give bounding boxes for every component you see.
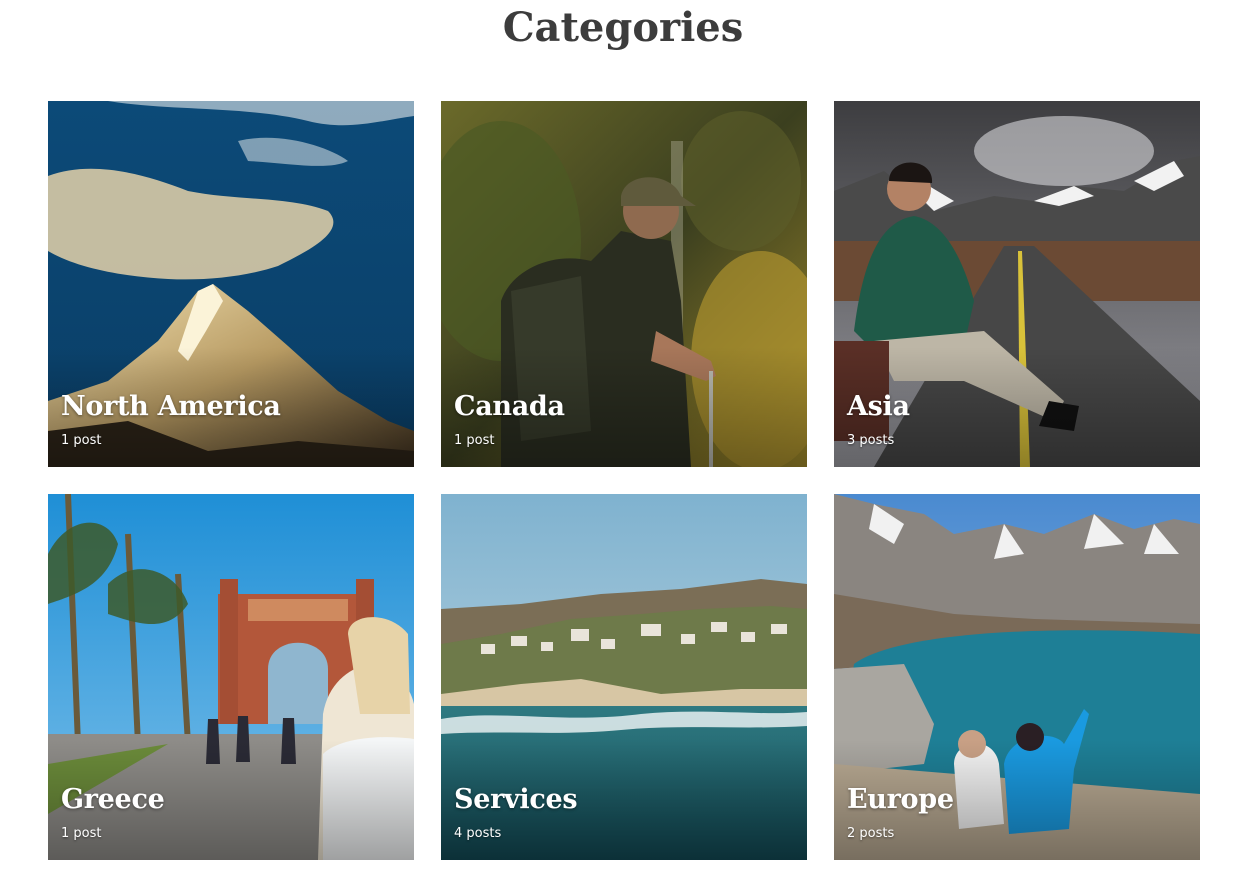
category-name: Canada <box>454 391 565 422</box>
page-title: Categories <box>502 4 744 51</box>
category-card-europe[interactable]: Europe 2 posts <box>834 494 1200 860</box>
category-name: Asia <box>847 391 910 422</box>
post-count: 1 post <box>454 433 495 448</box>
category-name: North America <box>61 391 281 422</box>
category-card-north-america[interactable]: North America 1 post <box>48 101 414 467</box>
post-count: 1 post <box>61 826 102 841</box>
post-count: 3 posts <box>847 433 895 448</box>
category-card-asia[interactable]: Asia 3 posts <box>834 101 1200 467</box>
category-card-services[interactable]: Services 4 posts <box>441 494 807 860</box>
post-count: 4 posts <box>454 826 502 841</box>
category-name: Europe <box>847 784 954 815</box>
category-name: Greece <box>61 784 165 815</box>
post-count: 2 posts <box>847 826 895 841</box>
category-name: Services <box>454 784 578 815</box>
category-card-greece[interactable]: Greece 1 post <box>48 494 414 860</box>
post-count: 1 post <box>61 433 102 448</box>
category-card-canada[interactable]: Canada 1 post <box>441 101 807 467</box>
